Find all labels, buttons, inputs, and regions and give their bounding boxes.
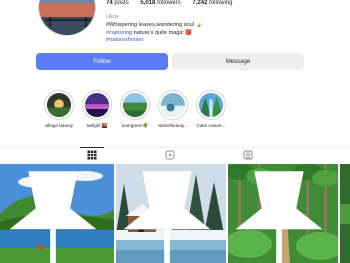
- post-thumbnail-palm-path[interactable]: [228, 164, 338, 263]
- hashtag-link[interactable]: #capturing: [106, 30, 132, 36]
- bio-line: #capturing nature's quite magic 🎒: [106, 29, 193, 36]
- pinned-icon: [123, 171, 211, 263]
- profile-avatar[interactable]: [38, 0, 96, 36]
- follow-button[interactable]: Follow: [36, 53, 168, 70]
- highlight-cover: [44, 90, 74, 120]
- pinned-icon: [235, 171, 323, 263]
- highlight-cover: [196, 90, 226, 120]
- profile-tabs: [0, 147, 350, 163]
- grid-icon[interactable]: [87, 150, 97, 160]
- active-tab-indicator: [80, 147, 104, 148]
- hashtag-link[interactable]: #natureshooter: [106, 37, 306, 45]
- profile-name: Ukox: [106, 14, 119, 20]
- highlight-cover: [158, 90, 188, 120]
- reels-icon[interactable]: [165, 150, 175, 160]
- post-thumbnail-partial[interactable]: [340, 164, 350, 263]
- stat-followers[interactable]: 5,018 followers: [140, 0, 180, 6]
- tagged-icon[interactable]: [243, 150, 253, 160]
- bio-line: #Whispering leaves,wandering soul 🍃: [106, 21, 203, 28]
- highlight-calm-nature[interactable]: Calm nature...: [194, 90, 228, 128]
- stat-posts[interactable]: 74 posts: [106, 0, 129, 6]
- message-button[interactable]: Message: [172, 53, 304, 70]
- stat-following[interactable]: 7,242 following: [192, 0, 232, 6]
- profile-stats: 74 posts 5,018 followers 7,242 following: [106, 0, 242, 6]
- post-thumbnail-lake[interactable]: [0, 164, 114, 263]
- profile-bio: Ukox #Whispering leaves,wandering soul 🍃…: [106, 14, 306, 45]
- highlight-cover: [82, 90, 112, 120]
- highlight-cover: [120, 90, 150, 120]
- pinned-icon: [9, 171, 97, 263]
- post-thumbnail-winter-cabin[interactable]: [116, 164, 226, 263]
- highlight-label: Calm nature...: [196, 123, 226, 128]
